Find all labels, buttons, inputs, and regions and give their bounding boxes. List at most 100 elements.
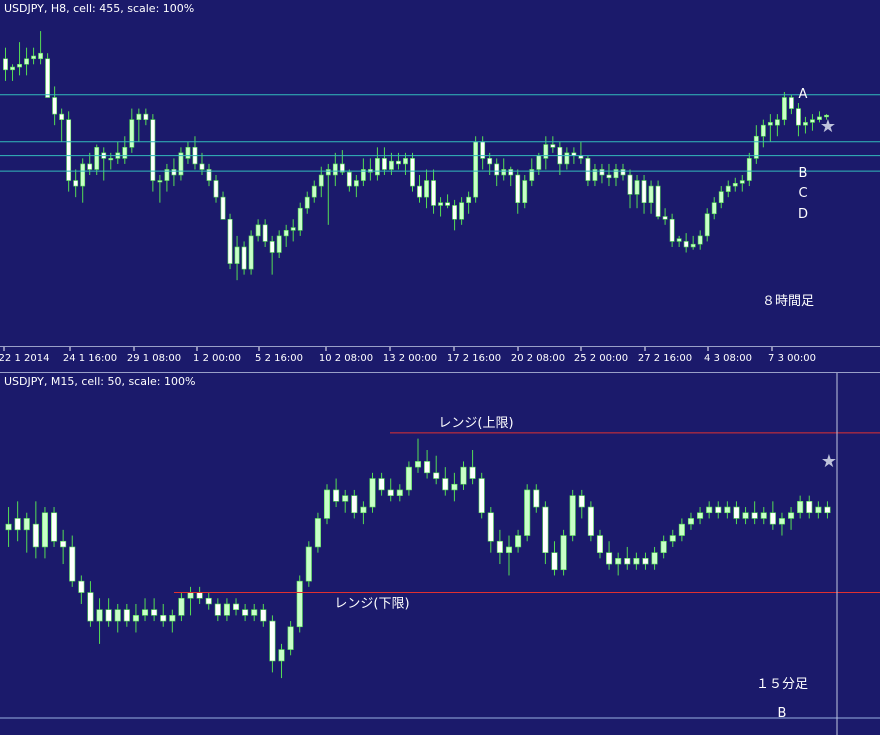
h8-candle-bull <box>157 180 163 183</box>
h8-candle-bull <box>739 180 745 184</box>
m15-candle-bear <box>606 552 613 565</box>
range-lower-label: レンジ(下限) <box>334 597 409 612</box>
h8-candle-bear <box>382 158 387 170</box>
m15-candle-bull <box>323 489 331 519</box>
m15-candle-bull <box>96 609 103 622</box>
h8-candle-bull <box>248 235 254 270</box>
h8-candle-bull <box>332 163 338 176</box>
x-tick-label: 20 2 08:00 <box>511 353 565 364</box>
m15-candle-bull <box>742 512 749 519</box>
m15-candle-bear <box>578 495 585 508</box>
h8-candle-bear <box>487 158 493 165</box>
h8-candle-bull <box>108 158 114 161</box>
h8-candle-bull <box>283 230 289 237</box>
m15-candle-bear <box>151 609 158 616</box>
h8-candle-bull <box>543 144 549 159</box>
h8-candle-bull <box>810 119 815 123</box>
h8-candle-bear <box>796 108 801 126</box>
h8-candle-bull <box>31 55 36 60</box>
m15-candle-bear <box>587 506 594 536</box>
h8-candle-bull <box>634 180 640 195</box>
h8-candle-bull <box>311 185 317 198</box>
m15-candle-bull <box>760 512 767 519</box>
level-label-d: D <box>798 207 808 222</box>
h8-candle-bear <box>789 97 794 109</box>
m15-candle-bull <box>251 609 258 616</box>
h8-candle-bull <box>318 174 324 187</box>
h8-candle-bull <box>255 224 261 237</box>
h8-chart-canvas: A BCD ８時間足 ★ <box>0 31 880 309</box>
m15-candle-bear <box>424 461 431 474</box>
m15-chart-panel[interactable]: レンジ(上限) レンジ(下限) １５分足 B ★ USDJPY, M15, cell: … <box>0 372 880 735</box>
x-tick-label: 29 1 08:00 <box>127 353 181 364</box>
m15-candle-bull <box>706 506 713 514</box>
h8-candle-bear <box>171 169 177 176</box>
m15-candle-bull <box>651 552 658 565</box>
h8-chart-panel[interactable]: A B C D ８時間足 ★ USDJPY, H8, cell: 455, scale: … <box>0 0 880 346</box>
m15-candle-bull <box>278 649 285 662</box>
m15-candle-bull <box>369 478 376 508</box>
h8-candle-bear <box>508 169 514 176</box>
m15-candle-bull <box>460 466 467 485</box>
h8-candle-bear <box>45 58 51 98</box>
m15-candle-bull <box>669 535 676 542</box>
h8-candle-bear <box>452 205 457 220</box>
h8-candle-bull <box>10 66 15 71</box>
m15-candle-bear <box>269 620 276 662</box>
h8-candle-bear <box>227 218 233 264</box>
m15-candle-bear <box>205 597 212 605</box>
h8-candle-bear <box>52 97 58 115</box>
h8-candle-bull <box>676 238 682 242</box>
star-marker-icon: ★ <box>821 451 837 472</box>
h8-candle-bear <box>494 163 500 176</box>
h8-candle-bear <box>396 160 401 165</box>
h8-candle-bear <box>241 246 247 270</box>
h8-candle-bull <box>473 141 479 198</box>
x-tick-label: 22 1 2014 <box>0 353 49 364</box>
h8-candle-bear <box>515 174 521 203</box>
m15-candle-bear <box>69 546 76 582</box>
h8-candle-bull <box>276 235 282 253</box>
m15-candle-bear <box>624 558 631 565</box>
m15-candle-bear <box>14 518 21 531</box>
m15-candle-bear <box>260 609 267 622</box>
m15-candle-bear <box>78 580 85 593</box>
h8-candle-bull <box>648 185 654 203</box>
m15-candle-bull <box>678 523 685 536</box>
h8-candle-bull <box>297 207 303 231</box>
h8-candle-bull <box>459 202 465 220</box>
h8-candle-bull <box>746 158 752 181</box>
m15-candle-bear <box>642 558 649 565</box>
level-label-b: B <box>799 166 808 181</box>
m15-candle-bull <box>41 512 48 548</box>
m15-candle-bear <box>242 609 249 616</box>
m15-candle-bull <box>187 592 194 599</box>
x-tick-label: 4 3 08:00 <box>704 353 752 364</box>
m15-candle-bull <box>132 615 139 622</box>
h8-candle-bull <box>353 180 359 187</box>
x-tick-label: 13 2 00:00 <box>383 353 437 364</box>
h8-candle-bull <box>122 147 128 159</box>
h8-candle-bear <box>431 180 436 206</box>
star-marker-icon: ★ <box>820 116 836 137</box>
h8-candle-bull <box>767 122 773 126</box>
h8-timeframe-label: ８時間足 <box>762 294 814 309</box>
h8-candle-bull <box>725 185 731 192</box>
m15-candle-bull <box>505 546 513 553</box>
h8-candle-bull <box>536 155 542 170</box>
m15-candle-bull <box>788 512 795 519</box>
h8-candle-bear <box>213 180 219 198</box>
m15-candle-bear <box>542 506 549 553</box>
m15-candle-bear <box>596 535 604 553</box>
h8-candle-bear <box>620 169 626 176</box>
x-tick-label: 27 2 16:00 <box>638 353 692 364</box>
m15-candle-bear <box>32 523 39 548</box>
h8-candle-bear <box>445 202 450 206</box>
m15-candle-bear <box>433 472 440 479</box>
h8-candle-bull <box>17 63 22 68</box>
h8-candle-bull <box>38 52 43 60</box>
m15-candle-bear <box>496 540 503 553</box>
x-tick-label: 1 2 00:00 <box>193 353 241 364</box>
m15-candle-bear <box>442 478 449 491</box>
h8-candle-bull <box>438 202 443 206</box>
